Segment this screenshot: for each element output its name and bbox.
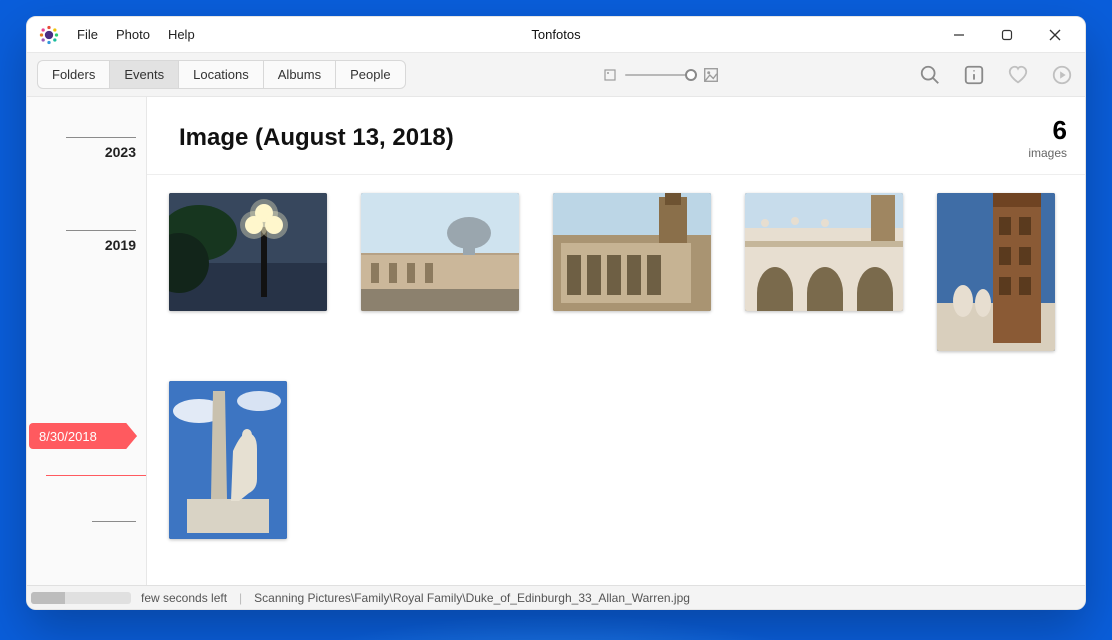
search-button[interactable] xyxy=(917,62,943,88)
event-header: Image (August 13, 2018) 6 images xyxy=(147,97,1085,175)
event-count: 6 xyxy=(1028,115,1067,146)
tab-albums[interactable]: Albums xyxy=(263,60,335,89)
thumb-large-icon xyxy=(703,67,719,83)
tab-folders[interactable]: Folders xyxy=(37,60,109,89)
menu-file[interactable]: File xyxy=(69,23,106,46)
tab-people[interactable]: People xyxy=(335,60,405,89)
timeline-year-label: 2023 xyxy=(105,144,136,160)
scan-activity: Scanning Pictures\Family\Royal Family\Du… xyxy=(254,591,690,605)
scan-time-left: few seconds left xyxy=(141,591,227,605)
tab-events[interactable]: Events xyxy=(109,60,178,89)
thumbnail-size-slider[interactable] xyxy=(603,67,719,83)
main-panel: Image (August 13, 2018) 6 images xyxy=(147,97,1085,585)
info-icon xyxy=(963,64,985,86)
timeline-current-marker[interactable]: 8/30/2018 xyxy=(29,423,137,449)
menu-help[interactable]: Help xyxy=(160,23,203,46)
status-bar: few seconds left | Scanning Pictures\Fam… xyxy=(27,585,1085,609)
timeline-year-label: 2019 xyxy=(105,237,136,253)
slideshow-button[interactable] xyxy=(1049,62,1075,88)
timeline-current-date: 8/30/2018 xyxy=(39,429,97,444)
app-window: File Photo Help Tonfotos Folders Events … xyxy=(26,16,1086,610)
view-tabs: Folders Events Locations Albums People xyxy=(37,60,406,89)
main-menu: File Photo Help xyxy=(69,23,203,46)
scan-progress-fill xyxy=(31,592,65,604)
app-icon xyxy=(39,25,59,45)
maximize-button[interactable] xyxy=(985,20,1029,50)
photo-thumbnail[interactable] xyxy=(937,193,1055,351)
event-count-label: images xyxy=(1028,146,1067,160)
heart-icon xyxy=(1007,64,1029,86)
tab-locations[interactable]: Locations xyxy=(178,60,263,89)
info-button[interactable] xyxy=(961,62,987,88)
photo-thumbnail[interactable] xyxy=(745,193,903,311)
photo-thumbnail[interactable] xyxy=(361,193,519,311)
play-icon xyxy=(1051,64,1073,86)
minimize-button[interactable] xyxy=(937,20,981,50)
thumb-small-icon xyxy=(603,68,617,82)
content-area: 2023 2019 8/30/2018 Image (August 13, 20… xyxy=(27,97,1085,585)
window-controls xyxy=(937,20,1077,50)
menu-photo[interactable]: Photo xyxy=(108,23,158,46)
search-icon xyxy=(919,64,941,86)
scan-progress xyxy=(31,592,131,604)
photo-thumbnail[interactable] xyxy=(169,381,287,539)
timeline-year[interactable]: 2019 xyxy=(27,230,146,253)
event-title: Image (August 13, 2018) xyxy=(179,124,1028,152)
toolbar: Folders Events Locations Albums People xyxy=(27,53,1085,97)
timeline-year[interactable]: 2023 xyxy=(27,137,146,160)
slider-knob[interactable] xyxy=(685,69,697,81)
favorite-button[interactable] xyxy=(1005,62,1031,88)
timeline-sidebar[interactable]: 2023 2019 8/30/2018 xyxy=(27,97,147,585)
photo-thumbnail[interactable] xyxy=(169,193,327,311)
thumbnail-grid xyxy=(147,175,1085,585)
close-button[interactable] xyxy=(1033,20,1077,50)
photo-thumbnail[interactable] xyxy=(553,193,711,311)
titlebar: File Photo Help Tonfotos xyxy=(27,17,1085,53)
